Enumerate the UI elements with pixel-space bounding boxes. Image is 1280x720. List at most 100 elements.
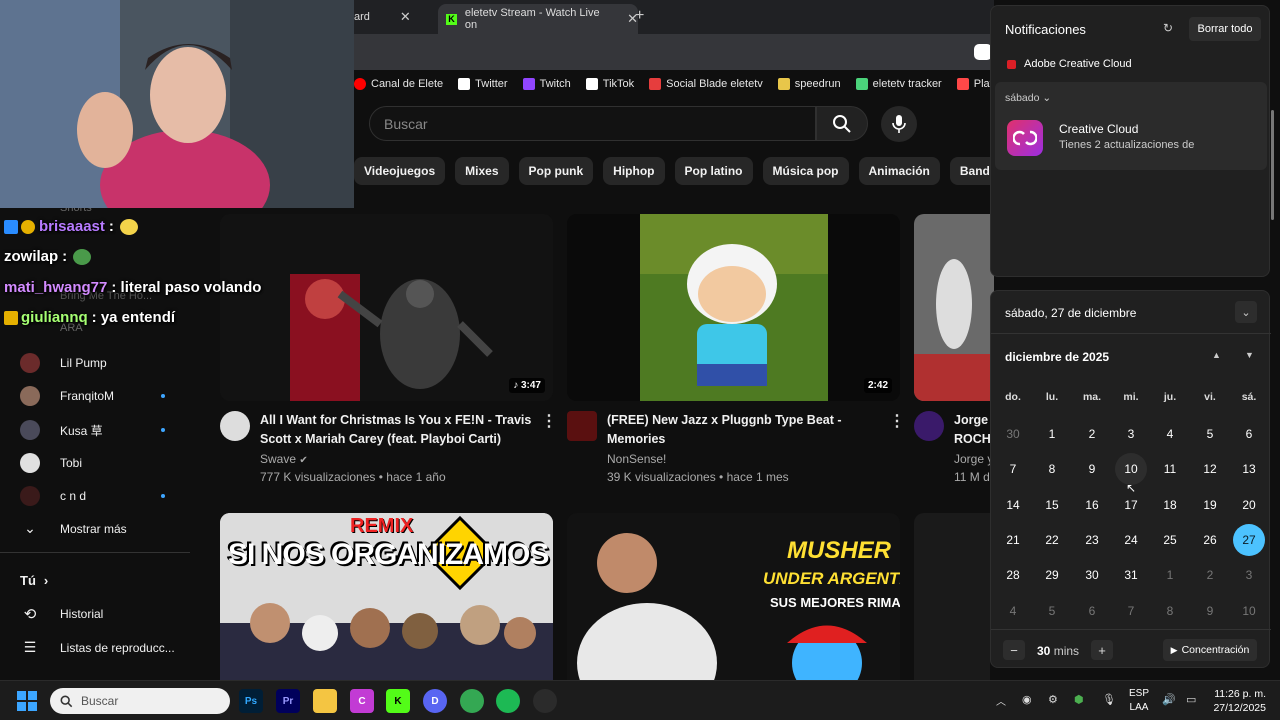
close-tab-icon[interactable]: ✕: [400, 9, 411, 25]
microphone-tray-icon[interactable]: 🎙: [1102, 693, 1116, 706]
channel-avatar[interactable]: [220, 411, 250, 441]
bookmark-item[interactable]: speedrun: [777, 78, 841, 90]
video-title[interactable]: (FREE) New Jazz x Pluggnb Type Beat - Me…: [607, 411, 887, 449]
bookmark-item[interactable]: Social Blade eletetv: [649, 78, 763, 90]
bookmark-item[interactable]: Twitter: [458, 78, 508, 90]
kick-icon[interactable]: K: [386, 689, 410, 713]
network-icon[interactable]: ▭: [1186, 693, 1196, 706]
new-tab-button[interactable]: +: [635, 7, 644, 25]
calendar-day[interactable]: 9: [1194, 595, 1226, 627]
calendar-day[interactable]: 29: [1036, 559, 1068, 591]
app-c-icon[interactable]: C: [350, 689, 374, 713]
bookmark-item[interactable]: TikTok: [585, 78, 634, 90]
channel-avatar[interactable]: [567, 411, 597, 441]
focus-start-button[interactable]: ▶ Concentración: [1163, 639, 1257, 661]
category-chip[interactable]: Pop latino: [674, 157, 753, 185]
clear-all-button[interactable]: Borrar todo: [1189, 17, 1261, 41]
show-more-button[interactable]: ⌄ Mostrar más: [20, 520, 190, 537]
notification-card[interactable]: sábado ⌄ Creative Cloud Tienes 2 actuali…: [995, 82, 1267, 170]
sidebar-channel[interactable]: c n d: [20, 486, 190, 506]
search-input[interactable]: Buscar: [369, 106, 816, 141]
calendar-day[interactable]: 31: [1115, 559, 1147, 591]
video-thumbnail[interactable]: 2:42: [567, 214, 900, 401]
video-thumbnail[interactable]: [914, 214, 994, 401]
video-thumbnail[interactable]: [914, 513, 990, 680]
calendar-day[interactable]: 13: [1233, 453, 1265, 485]
discord-tray-icon[interactable]: ◉: [1022, 693, 1032, 706]
bookmark-item[interactable]: eletetv tracker: [855, 78, 942, 90]
calendar-day[interactable]: 30: [1076, 559, 1108, 591]
calendar-day[interactable]: 14: [997, 489, 1029, 521]
browser-tab[interactable]: ard ✕: [354, 4, 424, 30]
calendar-day[interactable]: 7: [997, 453, 1029, 485]
collapse-calendar-button[interactable]: ⌄: [1235, 301, 1257, 323]
volume-icon[interactable]: 🔊: [1162, 693, 1176, 706]
premiere-icon[interactable]: Pr: [276, 689, 300, 713]
calendar-day[interactable]: 4: [997, 595, 1029, 627]
folder-icon[interactable]: [313, 689, 337, 713]
history-icon[interactable]: ↻: [1163, 21, 1173, 35]
calendar-day[interactable]: 6: [1233, 418, 1265, 450]
calendar-day[interactable]: 6: [1076, 595, 1108, 627]
browser-tab-active[interactable]: K eletetv Stream - Watch Live on ✕: [438, 4, 638, 34]
show-hidden-icons[interactable]: ︿: [996, 693, 1006, 708]
calendar-day[interactable]: 12: [1194, 453, 1226, 485]
more-options-icon[interactable]: ⋮: [541, 411, 557, 431]
chrome-icon[interactable]: [460, 689, 484, 713]
bookmark-item[interactable]: Canal de Elete: [354, 78, 443, 90]
sidebar-channel[interactable]: Lil Pump: [20, 353, 190, 373]
calendar-day[interactable]: 22: [1036, 524, 1068, 556]
clock[interactable]: 11:26 p. m. 27/12/2025: [1208, 687, 1266, 715]
calendar-day[interactable]: 9: [1076, 453, 1108, 485]
channel-avatar[interactable]: [914, 411, 944, 441]
calendar-day[interactable]: 8: [1154, 595, 1186, 627]
sidebar-item-playlists[interactable]: ☰ Listas de reproducc...: [20, 639, 190, 656]
bookmark-item[interactable]: Twitch: [522, 78, 571, 90]
category-chip[interactable]: Música pop: [762, 157, 849, 185]
calendar-day[interactable]: 15: [1036, 489, 1068, 521]
channel-name[interactable]: Jorge y: [954, 450, 990, 468]
video-thumbnail[interactable]: SI NOS ORGANIZAMOS REMIX: [220, 513, 553, 680]
calendar-day[interactable]: 16: [1076, 489, 1108, 521]
calendar-day[interactable]: 28: [997, 559, 1029, 591]
category-chip[interactable]: Mixes: [455, 157, 509, 185]
search-button[interactable]: [816, 106, 868, 141]
video-thumbnail[interactable]: ♪ 3:47: [220, 214, 553, 401]
calendar-day[interactable]: 27: [1233, 524, 1265, 556]
sidebar-channel[interactable]: FranqitoM: [20, 386, 190, 406]
calendar-day[interactable]: 10: [1233, 595, 1265, 627]
calendar-day[interactable]: 1: [1036, 418, 1068, 450]
calendar-day[interactable]: 24: [1115, 524, 1147, 556]
category-chip[interactable]: Hiphop: [603, 157, 665, 185]
calendar-day[interactable]: 2: [1076, 418, 1108, 450]
obs-icon[interactable]: [533, 689, 557, 713]
calendar-day[interactable]: 2: [1194, 559, 1226, 591]
calendar-day[interactable]: 23: [1076, 524, 1108, 556]
taskbar-search[interactable]: Buscar: [50, 688, 230, 714]
calendar-day[interactable]: 18: [1154, 489, 1186, 521]
category-chip[interactable]: Animación: [858, 157, 940, 185]
video-title[interactable]: All I Want for Christmas Is You x FE!N -…: [260, 411, 540, 449]
security-tray-icon[interactable]: ⬢: [1074, 693, 1084, 706]
video-title[interactable]: Jorge ROCH: [954, 411, 994, 449]
calendar-day[interactable]: 25: [1154, 524, 1186, 556]
focus-increment-button[interactable]: +: [1091, 640, 1113, 660]
month-label[interactable]: diciembre de 2025: [1005, 350, 1109, 364]
language-indicator[interactable]: ESP LAA: [1129, 687, 1149, 715]
calendar-day[interactable]: 3: [1115, 418, 1147, 450]
calendar-day[interactable]: 8: [1036, 453, 1068, 485]
calendar-day[interactable]: 7: [1115, 595, 1147, 627]
sidebar-you[interactable]: Tú ›: [20, 573, 190, 588]
calendar-day[interactable]: 1: [1154, 559, 1186, 591]
category-chip[interactable]: Pop punk: [518, 157, 594, 185]
calendar-day[interactable]: 26: [1194, 524, 1226, 556]
next-month-icon[interactable]: ▼: [1245, 350, 1254, 360]
calendar-day[interactable]: 3: [1233, 559, 1265, 591]
calendar-day[interactable]: 4: [1154, 418, 1186, 450]
day-label[interactable]: sábado ⌄: [1005, 92, 1051, 104]
calendar-day[interactable]: 5: [1036, 595, 1068, 627]
voice-search-button[interactable]: [881, 106, 917, 142]
windows-start-icon[interactable]: [17, 691, 37, 711]
address-bar[interactable]: [354, 34, 994, 70]
photoshop-icon[interactable]: Ps: [239, 689, 263, 713]
